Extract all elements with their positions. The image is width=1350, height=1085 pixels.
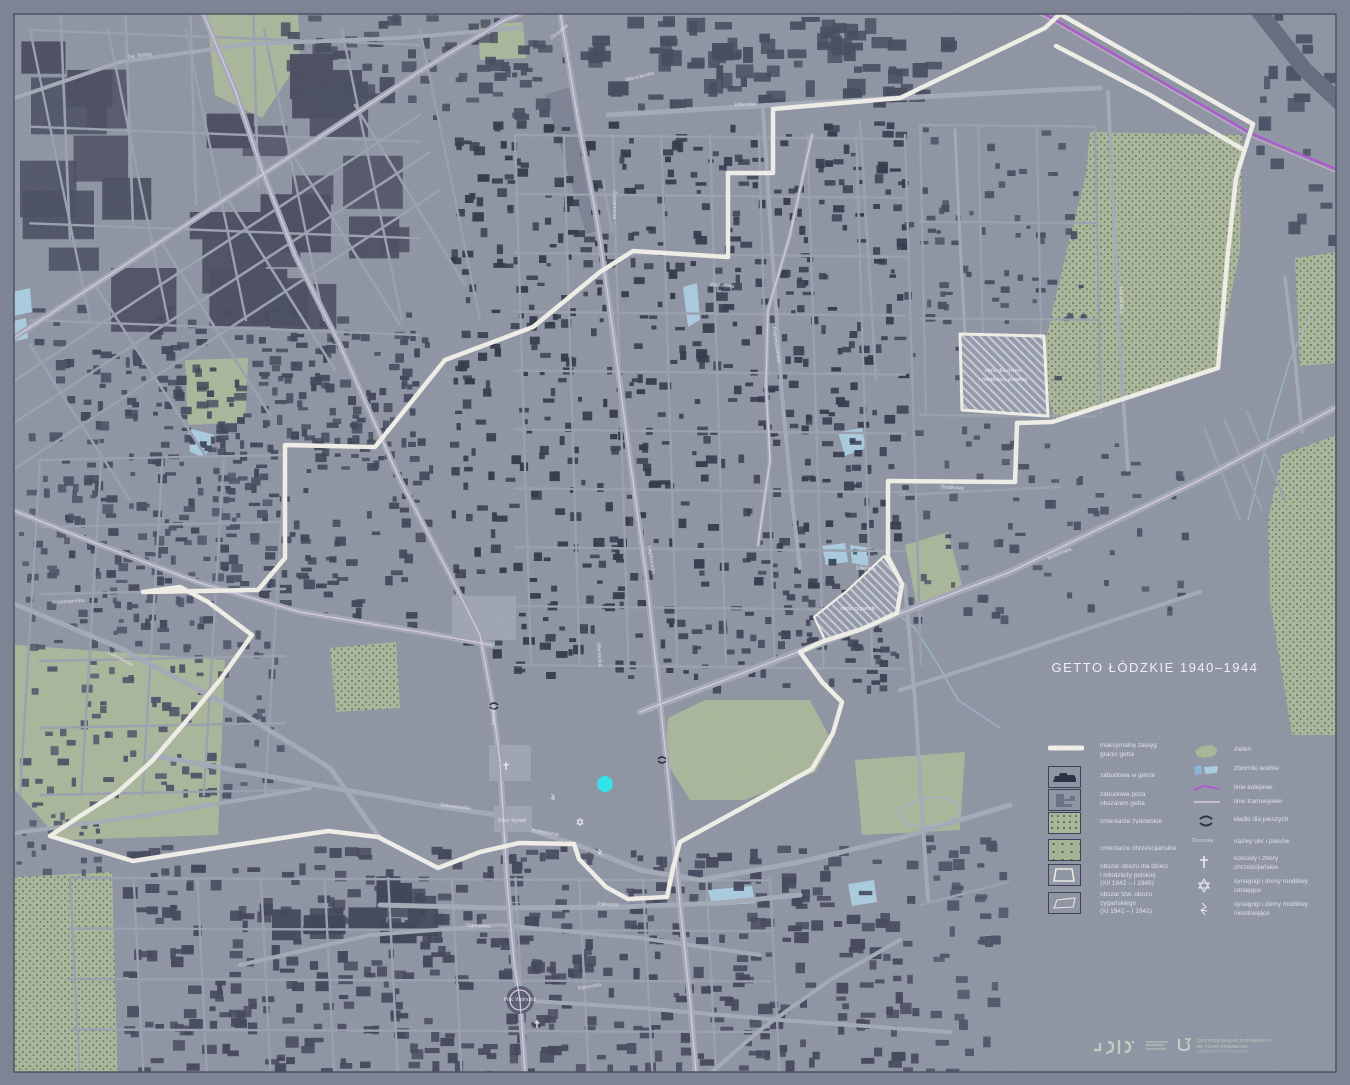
tramways-swatch xyxy=(1192,797,1222,811)
map-margin xyxy=(0,1072,1350,1085)
partner-logo-hebrew-glyphs xyxy=(1090,1036,1142,1063)
ghetto-map-page: Św. Teresy Okopowa Warszawska Inflancka Suki… xyxy=(0,0,1350,1085)
gypsy-camp-swatch xyxy=(1048,892,1081,914)
broken-star-icon xyxy=(1192,901,1216,921)
street-name-sample: Dworska xyxy=(1192,838,1214,844)
children-camp-swatch xyxy=(1048,864,1081,886)
jewish-cemeteries-swatch xyxy=(1048,812,1081,834)
map-margin xyxy=(0,0,1350,14)
university-logo-caption: CENTRUM BADAŃ ŻYDOWSKICH IM. FILIPA FRIE… xyxy=(1197,1038,1272,1054)
star-of-david-icon xyxy=(1192,877,1216,898)
map-canvas[interactable]: Św. TeresyOkopowaWarszawskaInflanckaSuki… xyxy=(0,0,1350,1085)
buildings-in-ghetto-swatch xyxy=(1048,766,1081,788)
map-margin xyxy=(1336,0,1350,1085)
map-margin xyxy=(0,0,14,1085)
selected-location-marker[interactable] xyxy=(597,776,613,792)
water-swatch xyxy=(1192,763,1222,781)
church-cross-icon xyxy=(1192,854,1216,874)
railways-swatch xyxy=(1192,782,1222,798)
university-logo xyxy=(1176,1036,1193,1058)
buildings-outside-swatch xyxy=(1048,789,1081,811)
footbridges-swatch xyxy=(1192,813,1222,833)
grain-overlay xyxy=(0,0,1350,1085)
christian-cemeteries-swatch xyxy=(1048,839,1081,861)
partner-logo-caption-lines xyxy=(1146,1039,1168,1051)
legend-title: GETTO ŁÓDZKIE 1940–1944 xyxy=(1051,660,1259,675)
ghetto-boundary-swatch xyxy=(1047,744,1085,756)
